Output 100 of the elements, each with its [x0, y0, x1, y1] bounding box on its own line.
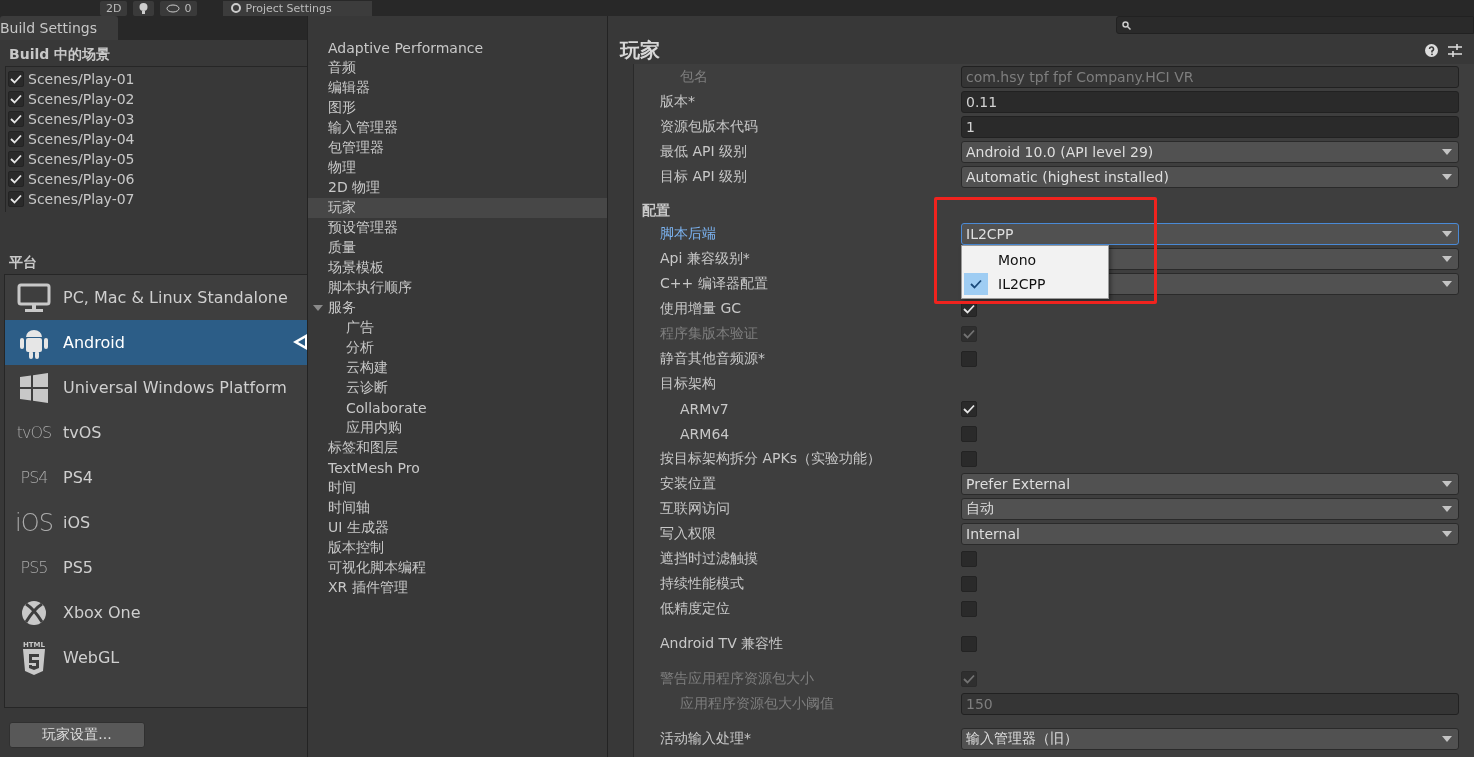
scene-name: Scenes/Play-01 — [28, 71, 135, 87]
check-icon — [970, 278, 982, 289]
setting-label: 程序集版本验证 — [659, 324, 759, 343]
nav-item[interactable]: 应用内购 — [308, 418, 607, 438]
nav-item[interactable]: 输入管理器 — [308, 118, 607, 138]
nav-item[interactable]: 2D 物理 — [308, 178, 607, 198]
caret-icon — [1442, 280, 1452, 287]
setting-label: 版本* — [659, 92, 696, 111]
dropdown[interactable]: Prefer External — [961, 472, 1459, 495]
platform-item[interactable]: PS5 PS5 — [5, 545, 307, 590]
platform-item[interactable]: PS4 PS4 — [5, 455, 307, 500]
checkbox[interactable] — [961, 600, 977, 617]
toolbar-button[interactable] — [133, 0, 155, 16]
nav-item[interactable]: Adaptive Performance — [308, 38, 607, 58]
player-settings-button[interactable]: 玩家设置... — [9, 722, 145, 748]
checkbox[interactable] — [961, 550, 977, 567]
light-bulb-icon — [139, 2, 149, 14]
setting-label: 活动输入处理* — [659, 729, 752, 748]
nav-item[interactable]: 音频 — [308, 58, 607, 78]
platform-item[interactable]: tvOS tvOS — [5, 410, 307, 455]
nav-item[interactable]: 云诊断 — [308, 378, 607, 398]
monitor-icon — [17, 282, 51, 313]
platform-item[interactable]: Universal Windows Platform — [5, 365, 307, 410]
nav-item[interactable]: TextMesh Pro — [308, 458, 607, 478]
platform-item[interactable]: Xbox One — [5, 590, 307, 635]
setting-label: 应用程序资源包大小阈值 — [679, 694, 835, 713]
windows-logo-icon — [20, 372, 48, 403]
nav-item[interactable]: 质量 — [308, 238, 607, 258]
nav-item[interactable]: 时间轴 — [308, 498, 607, 518]
caret-icon — [1442, 505, 1452, 512]
page-title: 玩家 — [620, 36, 660, 64]
setting-label: 警告应用程序资源包大小 — [659, 669, 815, 688]
setting-label: 脚本后端 — [659, 224, 717, 243]
checkbox[interactable] — [8, 151, 24, 167]
setting-label: 遮挡时过滤触摸 — [659, 549, 759, 568]
nav-item[interactable]: UI 生成器 — [308, 518, 607, 538]
setting-label: 安装位置 — [659, 474, 717, 493]
nav-item[interactable]: 时间 — [308, 478, 607, 498]
nav-item[interactable]: 可视化脚本编程 — [308, 558, 607, 578]
checkbox[interactable] — [961, 350, 977, 367]
checkbox[interactable] — [8, 91, 24, 107]
platform-logo: tvOS — [16, 423, 52, 442]
nav-item[interactable]: 广告 — [308, 318, 607, 338]
checkbox[interactable] — [8, 111, 24, 127]
nav-item[interactable]: 场景模板 — [308, 258, 607, 278]
text-field[interactable]: 0.11 — [961, 90, 1459, 113]
nav-item[interactable]: 预设管理器 — [308, 218, 607, 238]
text-field[interactable]: 1 — [961, 115, 1459, 138]
search-field[interactable] — [1116, 16, 1474, 34]
nav-item[interactable]: XR 插件管理 — [308, 578, 607, 598]
checkbox[interactable] — [961, 575, 977, 592]
dropdown[interactable]: 自动 — [961, 497, 1459, 520]
nav-item[interactable]: 服务 — [308, 298, 607, 318]
help-icon[interactable] — [1425, 43, 1438, 57]
nav-item[interactable]: 物理 — [308, 158, 607, 178]
dropdown[interactable]: Internal — [961, 522, 1459, 545]
dropdown[interactable]: Android 10.0 (API level 29) — [961, 140, 1459, 163]
platform-logo: iOS — [15, 508, 53, 537]
xbox-logo-icon — [21, 599, 47, 626]
dropdown[interactable]: 输入管理器（旧） — [961, 727, 1459, 750]
nav-item[interactable]: 包管理器 — [308, 138, 607, 158]
platform-item[interactable]: iOS iOS — [5, 500, 307, 545]
menu-item[interactable]: Mono — [964, 247, 1106, 272]
dropdown[interactable]: IL2CPP — [961, 222, 1459, 245]
nav-item[interactable]: 脚本执行顺序 — [308, 278, 607, 298]
menu-item[interactable]: IL2CPP — [964, 271, 1106, 296]
nav-item[interactable]: 标签和图层 — [308, 438, 607, 458]
setting-label: C++ 编译器配置 — [659, 274, 769, 293]
checkbox[interactable] — [961, 400, 977, 417]
nav-item[interactable]: 图形 — [308, 98, 607, 118]
nav-item[interactable]: 版本控制 — [308, 538, 607, 558]
foldout-arrow-icon[interactable] — [313, 303, 323, 313]
checkbox[interactable] — [8, 131, 24, 147]
checkbox[interactable] — [8, 171, 24, 187]
caret-icon — [1442, 255, 1452, 262]
nav-item[interactable]: 云构建 — [308, 358, 607, 378]
window-tab[interactable]: Build Settings — [0, 16, 118, 40]
caret-icon — [1442, 735, 1452, 742]
setting-label: 静音其他音频源* — [659, 349, 766, 368]
nav-item[interactable]: 编辑器 — [308, 78, 607, 98]
checkbox[interactable] — [961, 635, 977, 652]
gear-icon — [231, 3, 242, 13]
platform-item[interactable]: Android — [5, 320, 307, 365]
scene-name: Scenes/Play-07 — [28, 191, 135, 207]
nav-item[interactable]: Collaborate — [308, 398, 607, 418]
toolbar-button[interactable]: 2D — [100, 0, 128, 16]
setting-label: 按目标架构拆分 APKs（实验功能） — [659, 449, 882, 468]
sliders-icon[interactable] — [1448, 43, 1462, 57]
platform-item[interactable]: PC, Mac & Linux Standalone — [5, 275, 307, 320]
platform-logo: PS5 — [20, 558, 48, 577]
checkbox[interactable] — [8, 71, 24, 87]
window-tab[interactable]: Project Settings — [223, 0, 372, 16]
nav-item[interactable]: 分析 — [308, 338, 607, 358]
checkbox[interactable] — [961, 450, 977, 467]
setting-label: ARMv7 — [679, 400, 730, 417]
dropdown[interactable]: Automatic (highest installed) — [961, 165, 1459, 188]
nav-item[interactable]: 玩家 — [308, 198, 607, 218]
checkbox[interactable] — [8, 191, 24, 207]
toolbar-button[interactable]: 0 — [160, 0, 198, 16]
checkbox[interactable] — [961, 425, 977, 442]
